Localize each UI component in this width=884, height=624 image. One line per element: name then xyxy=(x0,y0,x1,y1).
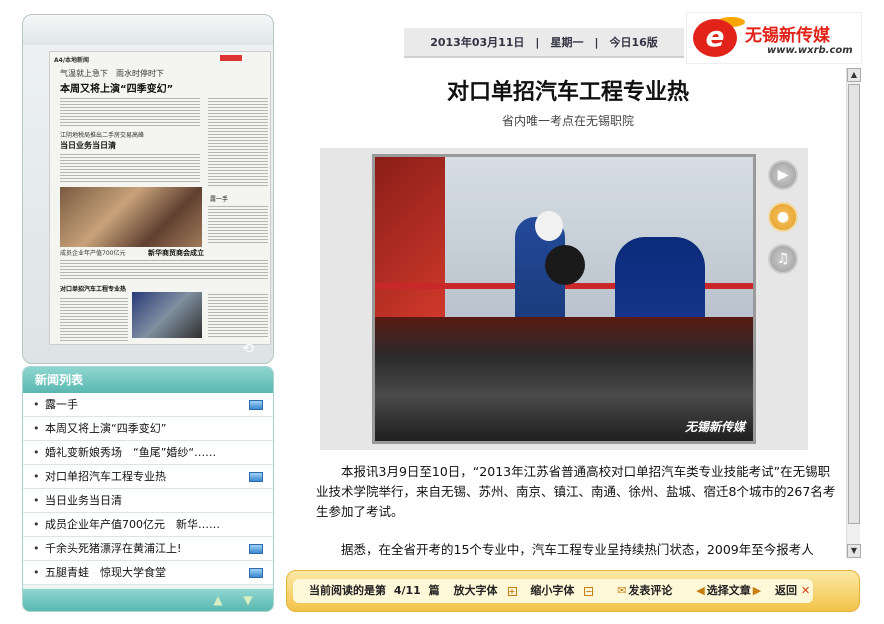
shrink-font-button[interactable]: 缩小字体 − xyxy=(530,584,594,597)
news-item-label: 成员企业年产值700亿元 新华…… xyxy=(45,518,220,531)
article-photo[interactable]: 无锡新传媒 xyxy=(372,154,756,444)
news-list-item[interactable]: 五腿青蛙 惊现大学食堂 xyxy=(23,561,273,585)
thumbnail-text-block xyxy=(208,96,268,186)
article-title: 对口单招汽车工程专业热 xyxy=(446,79,689,105)
scroll-up-icon[interactable]: ▲ xyxy=(211,593,225,607)
article-body: 本报讯3月9日至10日，“2013年江苏省普通高校对口单招汽车类专业技能考试”在… xyxy=(316,462,836,558)
thumbnail-headline: 当日业务当日清 xyxy=(60,141,116,150)
news-item-label: 当日业务当日清 xyxy=(45,494,122,507)
refresh-icon[interactable]: ⟲ xyxy=(237,341,259,357)
thumbnail-photo xyxy=(132,292,202,338)
thumbnail-text-block xyxy=(208,292,268,338)
thumbnail-headline: 新华商贸商会成立 xyxy=(148,249,204,257)
thumbnail-badge xyxy=(220,55,242,61)
news-list-title: 新闻列表 xyxy=(23,367,273,393)
thumbnail-headline: 露一手 xyxy=(210,196,229,203)
article-subtitle: 省内唯一考点在无锡职院 xyxy=(501,114,634,128)
thumbnail-headline: 对口单招汽车工程专业热 xyxy=(60,286,127,293)
reading-label: 当前阅读的是第 4/11 篇 xyxy=(309,584,440,597)
headphones-icon[interactable]: ♫ xyxy=(768,244,798,274)
photo-frame: 无锡新传媒 xyxy=(320,148,808,450)
news-list-item[interactable]: 成员企业年产值700亿元 新华…… xyxy=(23,513,273,537)
toolbar-inner: 当前阅读的是第 4/11 篇 放大字体 + 缩小字体 − ✉ 发表评论 ◀ 选择文章 ▶ … xyxy=(293,579,813,603)
left-panel: A4/本地新闻 气温就上急下 雨水时停时下 本周又将上演“四季变幻” 江阴地税局… xyxy=(18,10,278,614)
scrollbar-thumb[interactable] xyxy=(848,84,860,524)
thumbnail-text-block xyxy=(60,96,200,126)
bottom-toolbar: 当前阅读的是第 4/11 篇 放大字体 + 缩小字体 − ✉ 发表评论 ◀ 选择文章 ▶ … xyxy=(286,570,860,612)
select-article-button[interactable]: ◀ 选择文章 ▶ xyxy=(686,584,761,597)
logo-url: www.wxrb.com xyxy=(767,45,853,56)
news-item-label: 露一手 xyxy=(45,398,78,411)
thumbnail-headline: 成员企业年产值700亿元 xyxy=(60,250,126,257)
article-paragraph: 本报讯3月9日至10日，“2013年江苏省普通高校对口单招汽车类专业技能考试”在… xyxy=(316,464,836,519)
news-list-item[interactable]: 露一手 xyxy=(23,393,273,417)
article-scrollbar[interactable]: ▲ ▼ xyxy=(846,68,861,558)
news-item-label: 婚礼变新娘秀场 “鱼尾”婚纱“…… xyxy=(45,446,217,459)
page-thumbnail[interactable]: A4/本地新闻 气温就上急下 雨水时停时下 本周又将上演“四季变幻” 江阴地税局… xyxy=(49,51,271,345)
photo-watermark: 无锡新传媒 xyxy=(684,420,745,434)
page-thumbnail-card: A4/本地新闻 气温就上急下 雨水时停时下 本周又将上演“四季变幻” 江阴地税局… xyxy=(22,14,274,364)
article-paragraph: 据悉，在全省开考的15个专业中，汽车工程专业呈持续热门状态，2009年至今报考人 xyxy=(341,542,814,557)
news-item-label: 五腿青蛙 惊现大学食堂 xyxy=(45,566,166,579)
back-button[interactable]: 返回 ✕ xyxy=(775,584,810,597)
news-item-label: 对口单招汽车工程专业热 xyxy=(45,470,166,483)
thumbnail-headline: 江阴地税局推出二手房交易高峰 xyxy=(60,132,145,139)
news-list: 新闻列表 露一手 本周又将上演“四季变幻” 婚礼变新娘秀场 “鱼尾”婚纱“…… … xyxy=(22,366,274,612)
site-logo[interactable]: e 无锡新传媒 www.wxrb.com xyxy=(686,12,862,64)
scroll-down-icon[interactable]: ▼ xyxy=(847,544,861,558)
person-icon[interactable]: ● xyxy=(768,202,798,232)
date-info: 2013年03月11日 | 星期一 | 今日16版 xyxy=(404,28,684,58)
thumbnail-photo xyxy=(60,187,202,247)
video-icon xyxy=(249,472,263,482)
thumbnail-text-block xyxy=(60,152,200,184)
thumbnail-text-block xyxy=(208,204,268,244)
news-item-label: 千余头死猪漂浮在黄浦江上! xyxy=(45,542,182,555)
minus-icon: − xyxy=(584,587,594,596)
thumbnail-card-cap xyxy=(23,15,273,45)
top-bar: 2013年03月11日 | 星期一 | 今日16版 e 无锡新传媒 www.wx… xyxy=(284,12,884,68)
video-icon xyxy=(249,544,263,554)
thumbnail-text-block xyxy=(60,258,268,280)
news-list-item[interactable]: 本周又将上演“四季变幻” xyxy=(23,417,273,441)
reading-unit: 篇 xyxy=(428,584,440,597)
enlarge-font-button[interactable]: 放大字体 + xyxy=(454,584,517,597)
plus-icon: + xyxy=(507,587,517,596)
scroll-down-icon[interactable]: ▼ xyxy=(241,593,255,607)
news-list-item[interactable]: 对口单招汽车工程专业热 xyxy=(23,465,273,489)
video-icon xyxy=(249,568,263,578)
news-list-item[interactable]: 当日业务当日清 xyxy=(23,489,273,513)
news-list-item[interactable]: 婚礼变新娘秀场 “鱼尾”婚纱“…… xyxy=(23,441,273,465)
media-icons: ▶ ● ♫ xyxy=(768,160,800,286)
news-list-item[interactable]: 千余头死猪漂浮在黄浦江上! xyxy=(23,537,273,561)
news-list-footer: ▲ ▼ xyxy=(23,589,273,611)
scroll-up-icon[interactable]: ▲ xyxy=(847,68,861,82)
close-icon: ✕ xyxy=(801,584,811,597)
thumbnail-header: A4/本地新闻 xyxy=(54,57,90,64)
right-arrow-icon: ▶ xyxy=(752,584,762,597)
video-icon[interactable]: ▶ xyxy=(768,160,798,190)
thumbnail-headline: 气温就上急下 雨水时停时下 xyxy=(60,69,164,78)
reading-value: 4/11 xyxy=(393,584,421,597)
logo-name: 无锡新传媒 xyxy=(745,26,830,46)
thumbnail-headline: 本周又将上演“四季变幻” xyxy=(60,84,174,95)
news-item-label: 本周又将上演“四季变幻” xyxy=(45,422,167,435)
comment-button[interactable]: ✉ 发表评论 xyxy=(607,584,672,597)
left-arrow-icon: ◀ xyxy=(696,584,705,597)
video-icon xyxy=(249,400,263,410)
mail-icon: ✉ xyxy=(617,584,627,597)
thumbnail-text-block xyxy=(60,296,128,342)
logo-e-mark: e xyxy=(693,19,737,57)
article-pane: 对口单招汽车工程专业热 省内唯一考点在无锡职院 无锡新传媒 本报讯3月9日至10… xyxy=(292,68,844,558)
